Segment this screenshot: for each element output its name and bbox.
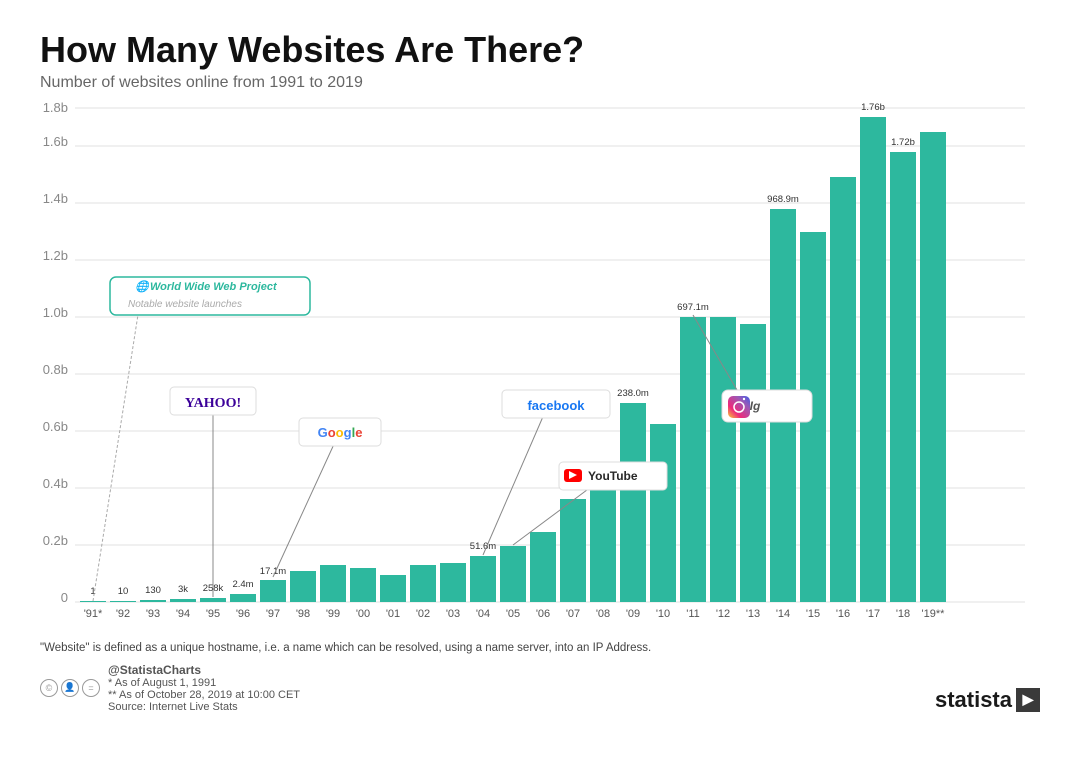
footer-left: © 👤 = @StatistaCharts * As of August 1, … <box>40 663 300 713</box>
svg-text:'95: '95 <box>206 608 220 620</box>
svg-text:1.0b: 1.0b <box>43 305 68 320</box>
svg-text:'15: '15 <box>806 608 820 620</box>
cc-icons: © 👤 = <box>40 679 100 697</box>
svg-text:'94: '94 <box>176 608 190 620</box>
svg-text:'96: '96 <box>236 608 250 620</box>
svg-text:'09: '09 <box>626 608 640 620</box>
svg-text:'11: '11 <box>686 608 700 620</box>
svg-text:'07: '07 <box>566 608 580 620</box>
svg-text:'97: '97 <box>266 608 280 620</box>
svg-text:'98: '98 <box>296 608 310 620</box>
svg-text:'10: '10 <box>656 608 670 620</box>
svg-text:0.6b: 0.6b <box>43 419 68 434</box>
svg-text:'18: '18 <box>896 608 910 620</box>
svg-text:'13: '13 <box>746 608 760 620</box>
svg-text:51.6m: 51.6m <box>470 541 496 552</box>
footer-bottom: © 👤 = @StatistaCharts * As of August 1, … <box>40 663 1040 713</box>
svg-text:'03: '03 <box>446 608 460 620</box>
svg-text:2.4m: 2.4m <box>232 579 253 590</box>
svg-text:facebook: facebook <box>527 398 585 413</box>
svg-text:1.8b: 1.8b <box>43 102 68 115</box>
svg-text:10: 10 <box>118 586 129 597</box>
svg-text:1.76b: 1.76b <box>861 102 885 113</box>
svg-text:'91*: '91* <box>84 608 103 620</box>
svg-text:🌐: 🌐 <box>135 280 151 293</box>
svg-text:Notable website launches: Notable website launches <box>128 299 242 310</box>
svg-text:'00: '00 <box>356 608 370 620</box>
svg-text:'08: '08 <box>596 608 610 620</box>
footer-definition: "Website" is defined as a unique hostnam… <box>40 640 1040 657</box>
svg-text:0.8b: 0.8b <box>43 362 68 377</box>
svg-text:0.2b: 0.2b <box>43 533 68 548</box>
svg-text:238.0m: 238.0m <box>617 388 649 399</box>
svg-text:'92: '92 <box>116 608 130 620</box>
svg-text:697.1m: 697.1m <box>677 302 709 313</box>
svg-text:3k: 3k <box>178 584 188 595</box>
svg-text:YouTube: YouTube <box>588 469 638 483</box>
equals-icon: = <box>82 679 100 697</box>
svg-text:'99: '99 <box>326 608 340 620</box>
svg-text:'04: '04 <box>476 608 490 620</box>
statista-logo: statista ▶ <box>935 687 1040 713</box>
svg-text:'17: '17 <box>866 608 880 620</box>
chart-subtitle: Number of websites online from 1991 to 2… <box>40 74 1040 92</box>
svg-text:17.1m: 17.1m <box>260 566 286 577</box>
svg-text:1.2b: 1.2b <box>43 248 68 263</box>
chart-area: 0 0.2b 0.4b 0.6b 0.8b 1.0b 1.2b 1.4b 1.6… <box>40 102 1040 632</box>
brand-name: @StatistaCharts * As of August 1, 1991 *… <box>108 663 300 713</box>
chart-svg: 0 0.2b 0.4b 0.6b 0.8b 1.0b 1.2b 1.4b 1.6… <box>40 102 1040 632</box>
svg-text:'14: '14 <box>776 608 790 620</box>
svg-text:'01: '01 <box>386 608 400 620</box>
svg-text:968.9m: 968.9m <box>767 194 799 205</box>
notes: * As of August 1, 1991 ** As of October … <box>108 677 300 713</box>
svg-text:World Wide Web Project: World Wide Web Project <box>150 281 278 293</box>
svg-text:'02: '02 <box>416 608 430 620</box>
svg-text:'12: '12 <box>716 608 730 620</box>
svg-text:130: 130 <box>145 585 161 596</box>
chart-title: How Many Websites Are There? <box>40 30 1040 70</box>
svg-text:Google: Google <box>318 425 363 440</box>
statista-icon: ▶ <box>1016 688 1040 712</box>
svg-text:'05: '05 <box>506 608 520 620</box>
svg-text:Ig: Ig <box>750 399 761 413</box>
svg-text:'06: '06 <box>536 608 550 620</box>
svg-text:0.4b: 0.4b <box>43 476 68 491</box>
svg-text:1.72b: 1.72b <box>891 137 915 148</box>
svg-text:0: 0 <box>61 590 68 605</box>
svg-text:'19**: '19** <box>922 608 946 620</box>
person-icon: 👤 <box>61 679 79 697</box>
cc-icon: © <box>40 679 58 697</box>
svg-text:'93: '93 <box>146 608 160 620</box>
svg-text:1.4b: 1.4b <box>43 191 68 206</box>
svg-text:'16: '16 <box>836 608 850 620</box>
svg-text:YAHOO!: YAHOO! <box>185 396 241 411</box>
svg-text:1: 1 <box>90 586 95 597</box>
svg-text:1.6b: 1.6b <box>43 134 68 149</box>
